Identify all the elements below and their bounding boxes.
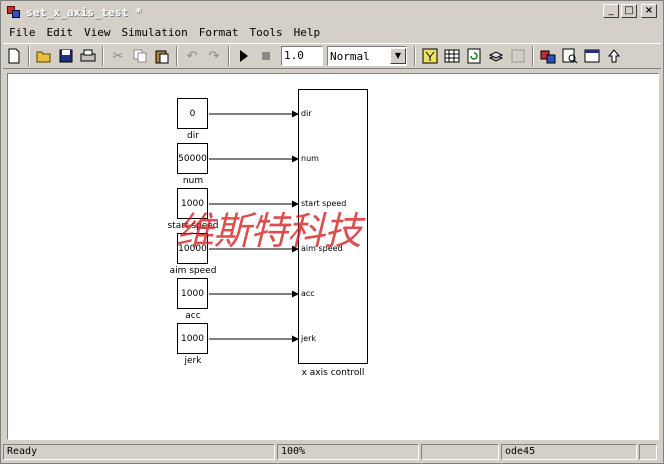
model-canvas[interactable]: 0 dir 50000 num 1000 start speed 10000 a… [7, 73, 659, 440]
chevron-down-icon[interactable]: ▼ [390, 48, 406, 64]
constant-block-jerk[interactable]: 1000 [177, 323, 208, 354]
status-bar: Ready 100% ode45 [3, 444, 661, 461]
constant-label-aim-speed: aim speed [169, 266, 217, 276]
maximize-button[interactable]: □ [621, 4, 637, 18]
minimize-button[interactable]: _ [603, 4, 619, 18]
close-button[interactable]: × [641, 4, 657, 18]
explorer-icon[interactable] [559, 45, 581, 67]
play-icon[interactable] [233, 45, 255, 67]
toolbar: ✂ ↶ ↷ 1.0 Normal ▼ [3, 43, 661, 69]
port-label-dir: dir [301, 109, 312, 118]
toolbar-separator [28, 46, 30, 66]
build-icon[interactable] [419, 45, 441, 67]
stop-icon[interactable] [255, 45, 277, 67]
new-icon[interactable] [3, 45, 25, 67]
port-label-acc: acc [301, 289, 315, 298]
watermark-text: 维斯特科技 [176, 209, 362, 253]
status-state: Ready [3, 444, 275, 460]
menu-bar: File Edit View Simulation Format Tools H… [3, 23, 661, 41]
constant-label-num: num [182, 176, 204, 186]
subsystem-label: x axis controll [301, 368, 365, 378]
save-icon[interactable] [55, 45, 77, 67]
simulation-mode-value: Normal [330, 49, 370, 63]
menu-view[interactable]: View [78, 26, 116, 39]
open-icon[interactable] [33, 45, 55, 67]
simulation-mode-select[interactable]: Normal ▼ [327, 46, 407, 66]
update-icon[interactable] [463, 45, 485, 67]
title-bar: set_x_axis_test * _ □ × [3, 3, 661, 21]
up-icon[interactable] [603, 45, 625, 67]
subsystem-icon[interactable] [537, 45, 559, 67]
constant-label-dir: dir [187, 131, 199, 141]
debug-icon[interactable] [441, 45, 463, 67]
status-extra [639, 444, 657, 460]
cut-icon[interactable]: ✂ [107, 45, 129, 67]
model-window: set_x_axis_test * _ □ × File Edit View S… [0, 0, 664, 464]
window-title: set_x_axis_test * [26, 5, 142, 19]
constant-label-jerk: jerk [184, 356, 202, 366]
undo-icon[interactable]: ↶ [181, 45, 203, 67]
port-label-jerk: jerk [301, 334, 317, 343]
port-label-num: num [301, 154, 319, 163]
redo-icon[interactable]: ↷ [203, 45, 225, 67]
menu-simulation[interactable]: Simulation [116, 26, 193, 39]
print-icon[interactable] [77, 45, 99, 67]
constant-block-num[interactable]: 50000 [177, 143, 208, 174]
library-icon[interactable] [485, 45, 507, 67]
simulink-app-icon[interactable] [7, 5, 21, 19]
menu-format[interactable]: Format [193, 26, 244, 39]
constant-block-dir[interactable]: 0 [177, 98, 208, 129]
toolbar-separator [532, 46, 534, 66]
menu-help[interactable]: Help [288, 26, 326, 39]
constant-block-acc[interactable]: 1000 [177, 278, 208, 309]
menu-edit[interactable]: Edit [41, 26, 79, 39]
constant-label-acc: acc [185, 311, 201, 321]
copy-icon[interactable] [129, 45, 151, 67]
menu-file[interactable]: File [3, 26, 41, 39]
status-zoom: 100% [277, 444, 419, 460]
properties-icon[interactable] [581, 45, 603, 67]
toolbar-separator [228, 46, 230, 66]
menu-tools[interactable]: Tools [243, 26, 287, 39]
status-blank [421, 444, 499, 460]
stop-time-input[interactable]: 1.0 [281, 46, 323, 66]
toolbar-separator [414, 46, 416, 66]
toolbar-separator [176, 46, 178, 66]
paste-icon[interactable] [151, 45, 173, 67]
toolbar-separator [102, 46, 104, 66]
model-explorer-icon[interactable] [507, 45, 529, 67]
status-solver: ode45 [501, 444, 637, 460]
